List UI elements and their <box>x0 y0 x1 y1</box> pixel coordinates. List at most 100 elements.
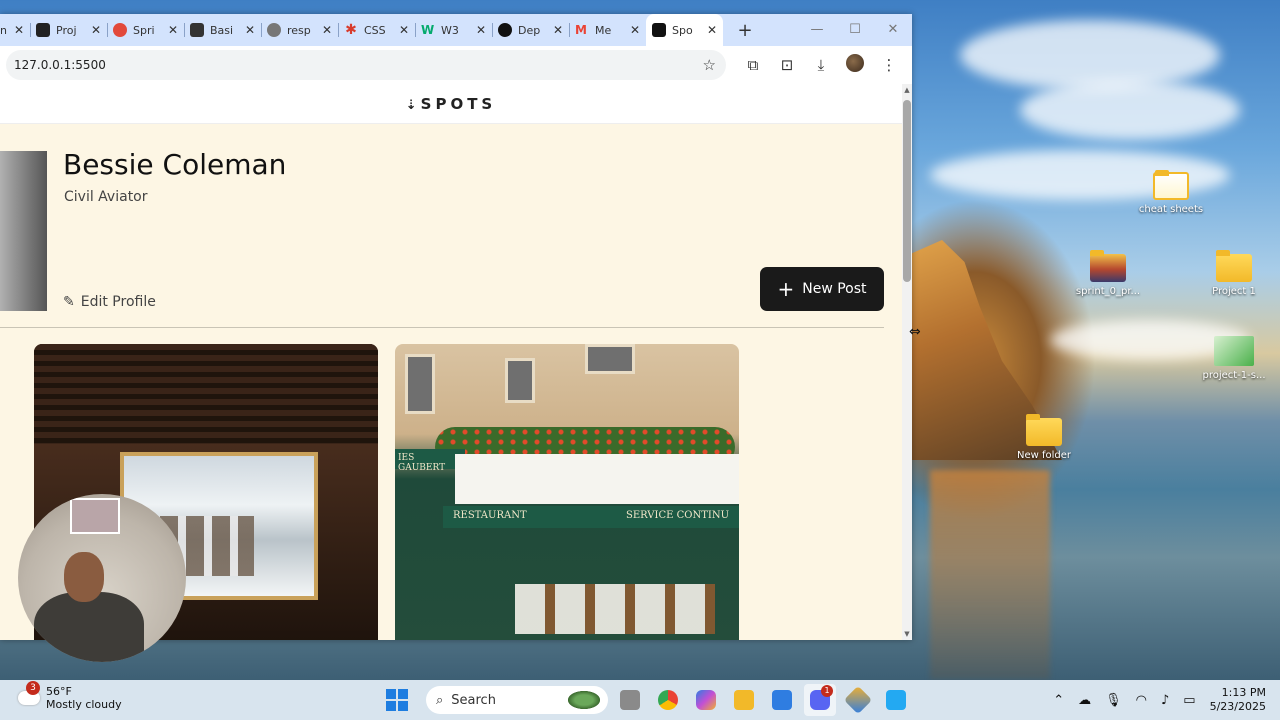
new-tab-button[interactable]: + <box>731 20 759 41</box>
desktop-icon-cheat-sheets[interactable]: cheat sheets <box>1131 170 1211 215</box>
new-post-button[interactable]: + New Post <box>760 267 884 311</box>
browser-tab[interactable]: Proj ✕ <box>30 14 107 46</box>
profile-avatar[interactable] <box>838 54 872 76</box>
new-post-label: New Post <box>802 281 867 297</box>
close-tab-icon[interactable]: ✕ <box>322 23 332 37</box>
turtle-icon <box>568 691 600 709</box>
tab-label: Spri <box>133 23 155 37</box>
extensions-icon[interactable]: ⧉ <box>736 56 770 74</box>
copilot-icon[interactable] <box>690 684 722 716</box>
vscode-icon[interactable] <box>880 684 912 716</box>
volume-icon[interactable]: ♪ <box>1161 693 1169 708</box>
maximize-icon[interactable]: ☐ <box>836 14 874 46</box>
divider <box>0 327 884 328</box>
weather-widget[interactable]: 3 56°F Mostly cloudy <box>18 681 122 711</box>
battery-icon[interactable]: ▭ <box>1183 693 1195 708</box>
clock-time: 1:13 PM <box>1221 686 1266 699</box>
git-icon[interactable] <box>842 684 874 716</box>
microphone-icon[interactable]: 🎙 <box>1105 693 1122 708</box>
tab-search-icon[interactable]: ⊡ <box>770 56 804 74</box>
profile-name: Bessie Coleman <box>63 148 287 181</box>
desktop-icon-label: Project 1 <box>1212 286 1256 297</box>
profile-section: Bessie Coleman Civil Aviator ✎ Edit Prof… <box>0 124 902 329</box>
start-button[interactable] <box>386 689 408 711</box>
markdown-icon <box>190 23 204 37</box>
scroll-down-icon[interactable]: ▼ <box>902 630 912 638</box>
close-tab-icon[interactable]: ✕ <box>707 23 717 37</box>
close-tab-icon[interactable]: ✕ <box>476 23 486 37</box>
spots-logo[interactable]: ⇣ SPOTS <box>406 95 497 113</box>
desktop-icon-project-1[interactable]: Project 1 <box>1194 250 1274 297</box>
desktop-icon-new-folder[interactable]: New folder <box>1004 414 1084 461</box>
rock-reflection <box>930 470 1050 680</box>
microsoft-store-icon[interactable] <box>766 684 798 716</box>
task-view-icon[interactable] <box>614 684 646 716</box>
discord-icon[interactable]: 1 <box>804 684 836 716</box>
close-tab-icon[interactable]: ✕ <box>168 23 178 37</box>
folder-icon <box>1153 170 1189 200</box>
taskbar-search[interactable]: ⌕ Search <box>426 686 608 714</box>
close-tab-icon[interactable]: ✕ <box>245 23 255 37</box>
webcam-overlay <box>18 494 186 662</box>
close-tab-icon[interactable]: ✕ <box>399 23 409 37</box>
edit-profile-button[interactable]: ✎ Edit Profile <box>63 294 156 310</box>
browser-tab[interactable]: n ✕ <box>0 14 30 46</box>
menu-kebab-icon[interactable]: ⋮ <box>872 56 906 74</box>
desktop-icon-sprint[interactable]: sprint_0_pr... <box>1068 250 1148 297</box>
asterisk-icon: ✱ <box>345 22 357 38</box>
building-window <box>505 358 535 403</box>
close-tab-icon[interactable]: ✕ <box>553 23 563 37</box>
tab-label: Dep <box>518 23 541 37</box>
window-controls: — ☐ ✕ <box>798 14 912 46</box>
wifi-icon[interactable]: ◠ <box>1136 693 1147 708</box>
sign-left-text: RESTAURANT <box>453 510 527 521</box>
tab-label: Spo <box>672 23 693 37</box>
close-tab-icon[interactable]: ✕ <box>91 23 101 37</box>
window-blinds <box>34 344 378 444</box>
browser-tab[interactable]: Dep ✕ <box>492 14 569 46</box>
search-placeholder: Search <box>451 692 496 708</box>
file-explorer-icon[interactable] <box>728 684 760 716</box>
tab-label: resp <box>287 23 311 37</box>
tab-label: Proj <box>56 23 77 37</box>
cloud <box>960 20 1220 90</box>
browser-tab[interactable]: Basi ✕ <box>184 14 261 46</box>
pencil-icon: ✎ <box>63 294 75 310</box>
page-scrollbar[interactable]: ▲ ▼ <box>902 84 912 640</box>
taskbar: 3 56°F Mostly cloudy ⌕ Search 1 ⌃ ☁ 🎙 ◠ … <box>0 680 1280 720</box>
chevron-up-icon[interactable]: ⌃ <box>1053 693 1064 708</box>
scrollbar-thumb[interactable] <box>903 100 911 282</box>
post-card-image[interactable]: IES GAUBERT RESTAURANT SERVICE CONTINU <box>395 344 739 640</box>
download-icon[interactable]: ⤓ <box>804 56 838 74</box>
browser-tab[interactable]: Spri ✕ <box>107 14 184 46</box>
resize-cursor-icon: ⇔ <box>909 324 921 340</box>
tab-label: CSS <box>364 23 386 37</box>
browser-tab[interactable]: M Me ✕ <box>569 14 646 46</box>
close-tab-icon[interactable]: ✕ <box>630 23 640 37</box>
photo-frame <box>70 498 120 534</box>
close-tab-icon[interactable]: ✕ <box>14 23 24 37</box>
onedrive-icon[interactable]: ☁ <box>1078 693 1091 708</box>
building-window <box>585 344 635 374</box>
address-bar[interactable]: 127.0.0.1:5500 ☆ <box>6 50 726 80</box>
bookmark-star-icon[interactable]: ☆ <box>703 56 716 74</box>
document-thumbnail-icon <box>1214 336 1254 366</box>
clock[interactable]: 1:13 PM 5/23/2025 <box>1210 686 1266 714</box>
person-body <box>34 592 144 662</box>
browser-tab[interactable]: W W3 ✕ <box>415 14 492 46</box>
search-icon: ⌕ <box>436 692 444 708</box>
scroll-up-icon[interactable]: ▲ <box>902 86 912 94</box>
close-window-icon[interactable]: ✕ <box>874 14 912 46</box>
chrome-icon[interactable] <box>652 684 684 716</box>
browser-tab-active[interactable]: Spo ✕ <box>646 14 723 46</box>
gmail-icon: M <box>575 23 587 37</box>
restaurant-sign: RESTAURANT SERVICE CONTINU <box>443 506 739 528</box>
weather-temp: 56°F <box>46 685 72 698</box>
folder-icon <box>1026 414 1062 446</box>
tab-favicon-icon <box>36 23 50 37</box>
weather-desc: Mostly cloudy <box>46 698 122 711</box>
minimize-icon[interactable]: — <box>798 14 836 46</box>
browser-tab[interactable]: ✱ CSS ✕ <box>338 14 415 46</box>
browser-tab[interactable]: resp ✕ <box>261 14 338 46</box>
desktop-icon-project-1-s[interactable]: project-1-s... <box>1194 336 1274 381</box>
